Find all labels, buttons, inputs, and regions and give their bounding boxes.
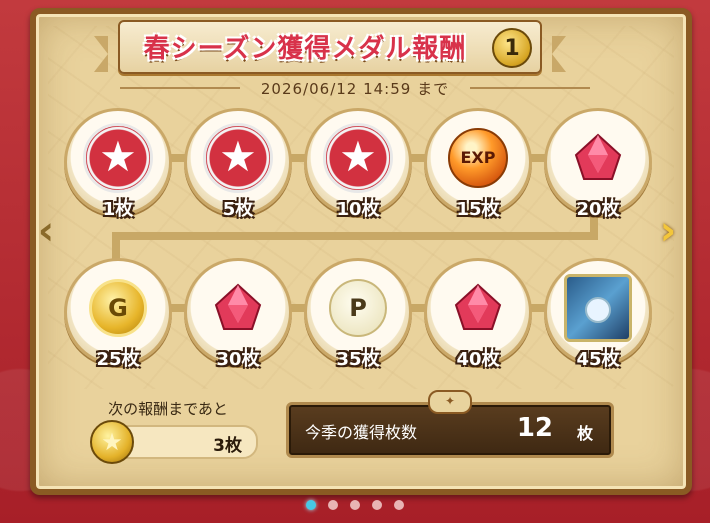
ornament-icon: ✦ xyxy=(428,390,472,414)
prev-page-arrow-icon[interactable]: ‹ xyxy=(28,208,64,254)
next-reward-label: 次の報酬まであと xyxy=(108,400,228,418)
page-number-badge: 1 xyxy=(492,28,532,68)
reward-node-1[interactable]: ★ 1枚 xyxy=(64,108,172,220)
path-connector xyxy=(112,232,598,240)
gold-coin-icon: G xyxy=(89,278,147,337)
page-dot[interactable] xyxy=(306,500,316,510)
season-total-unit: 枚 xyxy=(576,424,593,443)
gem-icon xyxy=(448,283,508,333)
reward-count-label: 35枚 xyxy=(336,349,380,370)
reward-count-label: 10枚 xyxy=(336,199,380,220)
reward-node-25[interactable]: G 25枚 xyxy=(64,258,172,370)
exp-orb-icon: EXP xyxy=(448,127,508,188)
gem-icon xyxy=(568,133,628,183)
reward-node-15[interactable]: EXP 15枚 xyxy=(424,108,532,220)
medal-icon: ★ xyxy=(323,122,393,193)
reward-count-label: 30枚 xyxy=(216,349,260,370)
reward-count-label: 1枚 xyxy=(102,199,134,220)
deadline-text: 2026/06/12 14:59 まで xyxy=(260,80,450,98)
reward-count-label: 40枚 xyxy=(456,349,500,370)
reward-node-20[interactable]: 20枚 xyxy=(544,108,652,220)
reward-node-40[interactable]: 40枚 xyxy=(424,258,532,370)
medal-icon: ★ xyxy=(83,122,153,193)
page-dot[interactable] xyxy=(350,500,360,510)
season-total-label: 今季の獲得枚数 xyxy=(305,423,418,442)
next-reward-remaining: 3枚 xyxy=(213,436,242,456)
page-dot[interactable] xyxy=(394,500,404,510)
reward-count-label: 5枚 xyxy=(222,199,254,220)
reward-node-5[interactable]: ★ 5枚 xyxy=(184,108,292,220)
title-ribbon: 春シーズン獲得メダル報酬 1 xyxy=(94,20,566,74)
star-coin-icon: ★ xyxy=(90,420,134,464)
page-dot[interactable] xyxy=(328,500,338,510)
point-coin-icon: P xyxy=(329,278,387,337)
reward-count-label: 15枚 xyxy=(456,199,500,220)
reward-count-label: 25枚 xyxy=(96,349,140,370)
gem-icon xyxy=(208,283,268,333)
pagination-dots xyxy=(0,500,710,510)
reward-node-30[interactable]: 30枚 xyxy=(184,258,292,370)
next-page-arrow-icon[interactable]: › xyxy=(650,208,686,254)
reward-count-label: 20枚 xyxy=(576,199,620,220)
reward-node-45[interactable]: 45枚 xyxy=(544,258,652,370)
reward-node-10[interactable]: ★ 10枚 xyxy=(304,108,412,220)
treasure-chest-icon xyxy=(564,273,632,342)
page-dot[interactable] xyxy=(372,500,382,510)
season-total-value: 12 xyxy=(516,413,553,443)
page-title: 春シーズン獲得メダル報酬 xyxy=(143,34,467,64)
reward-count-label: 45枚 xyxy=(576,349,620,370)
reward-node-35[interactable]: P 35枚 xyxy=(304,258,412,370)
medal-icon: ★ xyxy=(203,122,273,193)
